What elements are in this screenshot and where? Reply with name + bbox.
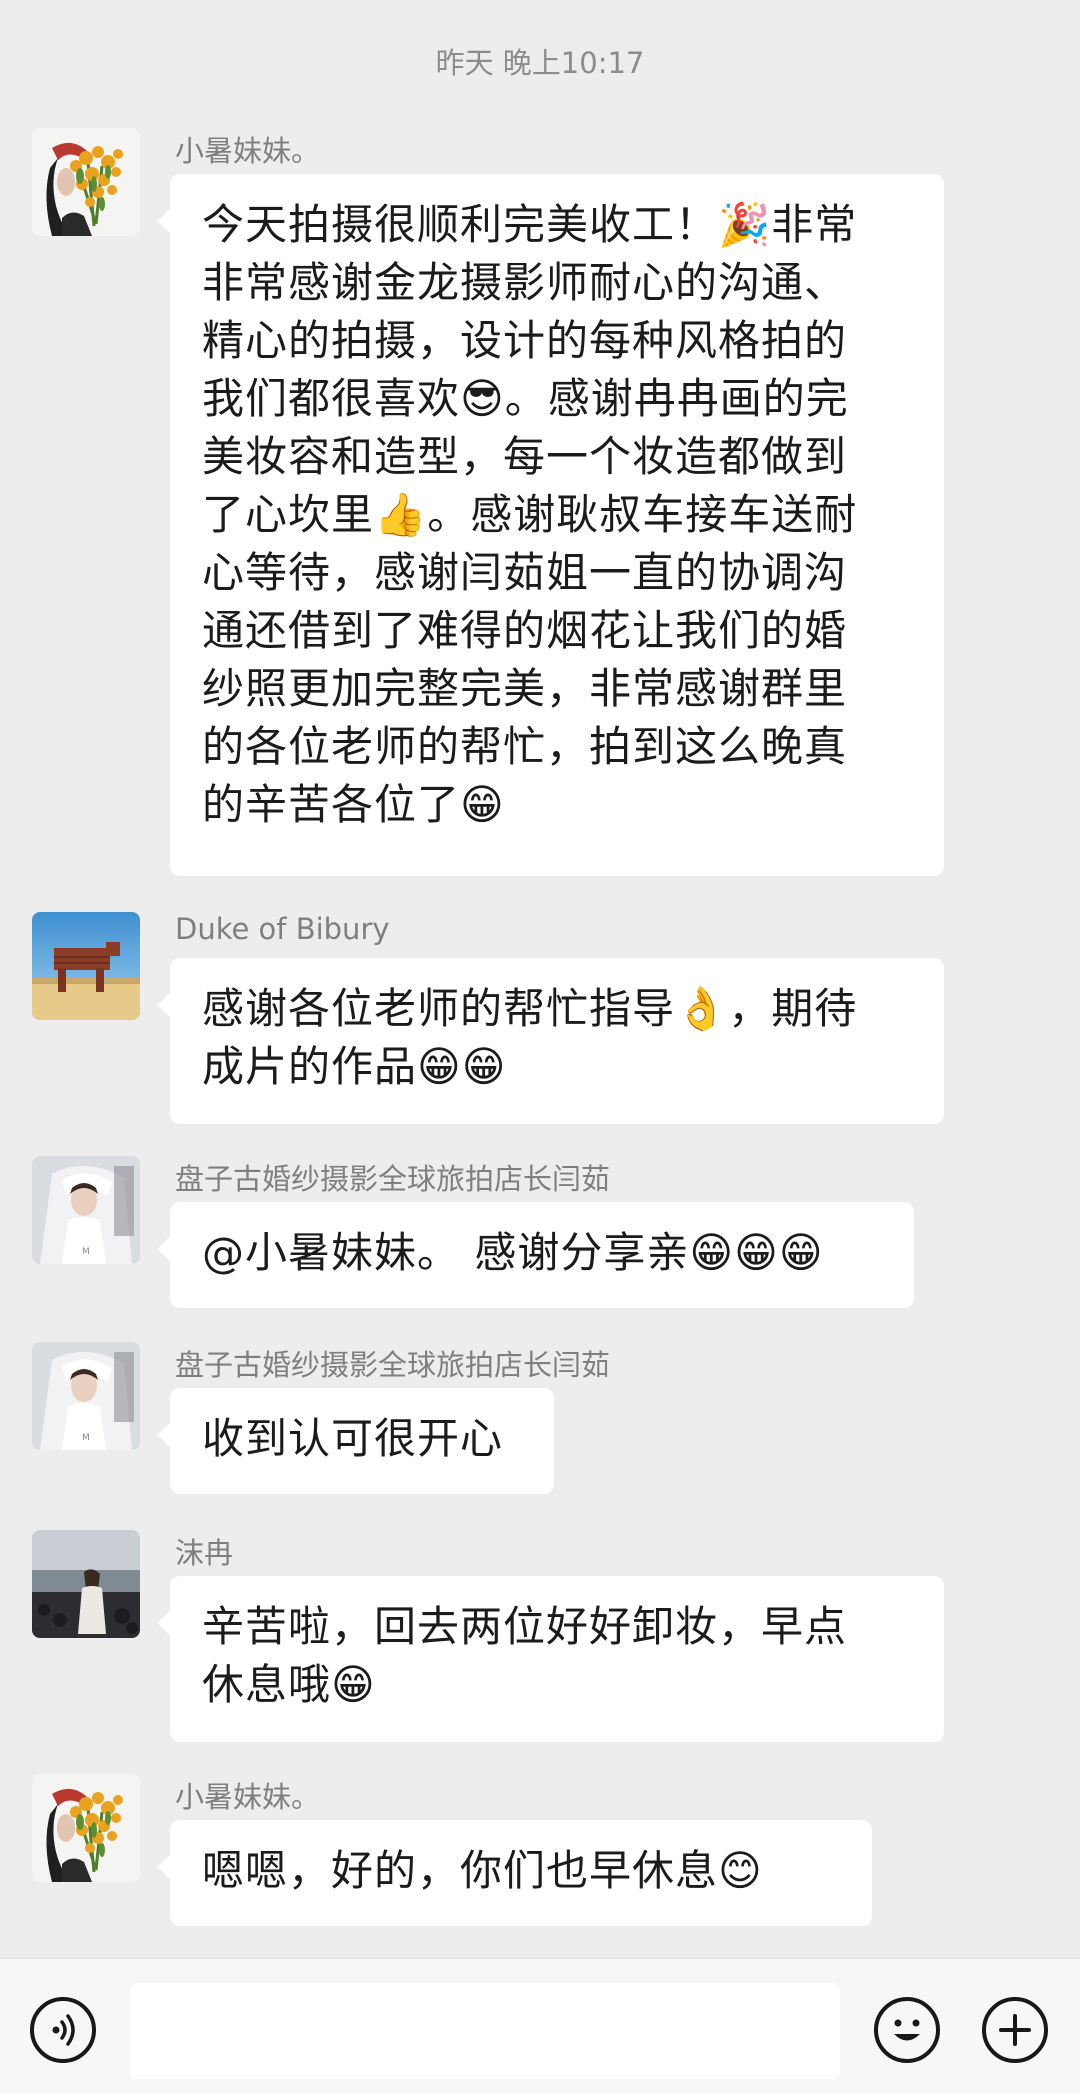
input-bar (0, 1958, 1080, 2093)
plus-icon (999, 2014, 1031, 2046)
chat-message: 沫冉 辛苦啦，回去两位好好卸妆，早点 休息哦😁 (32, 1530, 1048, 1744)
sender-name: 小暑妹妹。 (175, 134, 321, 168)
svg-text:M: M (82, 1247, 90, 1257)
timestamp: 昨天 晚上10:17 (435, 46, 645, 80)
bride-portrait-avatar-icon: M (32, 1156, 140, 1264)
sender-name: 小暑妹妹。 (175, 1780, 321, 1814)
message-bubble[interactable]: 辛苦啦，回去两位好好卸妆，早点 休息哦😁 (157, 1576, 944, 1742)
chat-message: 小暑妹妹。 嗯嗯，好的，你们也早休息😊 (32, 1774, 1048, 1930)
sender-name: 盘子古婚纱摄影全球旅拍店长闫茹 (175, 1348, 611, 1382)
message-bubble[interactable]: 嗯嗯，好的，你们也早休息😊 (157, 1820, 872, 1926)
avatar-bride-portrait[interactable]: M (32, 1342, 140, 1450)
avatar-bride-portrait[interactable]: M (32, 1156, 140, 1264)
chat-message: 小暑妹妹。 今天拍摄很顺利完美收工！🎉非常 非常感谢金龙摄影师耐心的沟通、 精心… (32, 128, 1048, 884)
chat-message: Duke of Bibury 感谢各位老师的帮忙指导👌，期待 成片的作品😁😁 (32, 912, 1048, 1126)
sender-name: 盘子古婚纱摄影全球旅拍店长闫茹 (175, 1162, 611, 1196)
plus-button[interactable] (982, 1997, 1048, 2063)
avatar-flowers-portrait[interactable] (32, 128, 140, 236)
sender-name: 沫冉 (175, 1536, 234, 1570)
avatar-flowers-portrait[interactable] (32, 1774, 140, 1882)
beach-figure-avatar-icon (32, 1530, 140, 1638)
chat-message: M 盘子古婚纱摄影全球旅拍店长闫茹 @小暑妹妹。 感谢分享亲😁😁😁 (32, 1156, 1048, 1312)
voice-button[interactable] (30, 1997, 96, 2063)
message-bubble[interactable]: @小暑妹妹。 感谢分享亲😁😁😁 (157, 1202, 914, 1308)
message-input[interactable] (130, 1983, 840, 2079)
voice-icon (52, 2014, 75, 2046)
avatar-beach-figure[interactable] (32, 1530, 140, 1638)
chat-message: M 盘子古婚纱摄影全球旅拍店长闫茹 收到认可很开心 (32, 1342, 1048, 1498)
svg-text:M: M (82, 1433, 90, 1443)
avatar-desert-sculpture[interactable] (32, 912, 140, 1020)
message-bubble[interactable]: 感谢各位老师的帮忙指导👌，期待 成片的作品😁😁 (157, 958, 944, 1124)
emoji-button[interactable] (874, 1997, 940, 2063)
bride-portrait-avatar-icon: M (32, 1342, 140, 1450)
sender-name: Duke of Bibury (175, 912, 390, 946)
flowers-portrait-avatar-icon (32, 1774, 140, 1882)
desert-sculpture-avatar-icon (32, 912, 140, 1020)
message-bubble[interactable]: 今天拍摄很顺利完美收工！🎉非常 非常感谢金龙摄影师耐心的沟通、 精心的拍摄，设计… (157, 174, 944, 876)
emoji-icon (894, 2019, 920, 2041)
message-bubble[interactable]: 收到认可很开心 (157, 1388, 554, 1494)
flowers-portrait-avatar-icon (32, 128, 140, 236)
